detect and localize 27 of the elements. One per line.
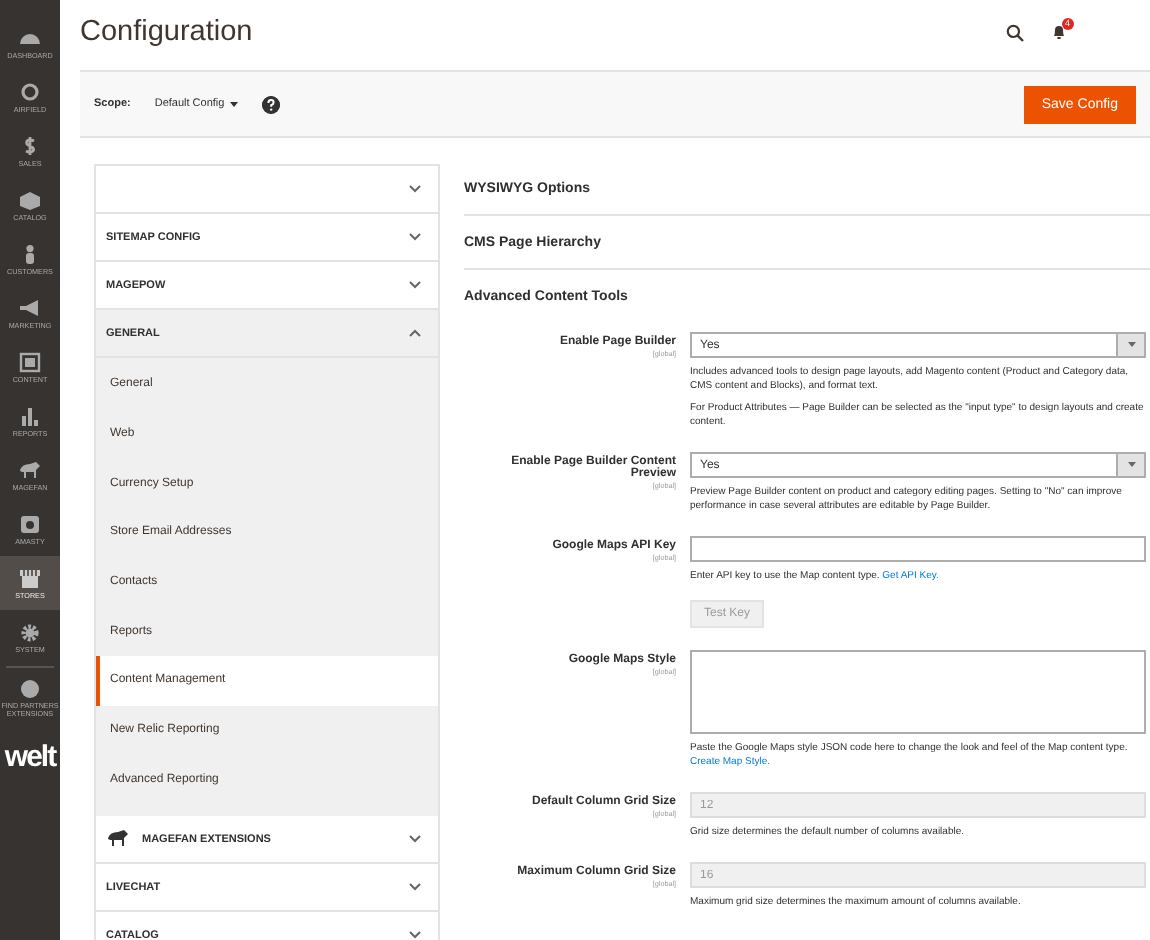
layout-icon xyxy=(18,351,42,373)
bar-chart-icon xyxy=(18,405,42,427)
expand-chevron-icon xyxy=(408,930,422,940)
storefront-icon xyxy=(18,567,42,589)
search-icon[interactable] xyxy=(1006,23,1024,41)
page-title: Configuration xyxy=(80,16,255,48)
bell-icon[interactable] xyxy=(1052,24,1066,40)
megaphone-icon xyxy=(18,297,42,319)
expand-chevron-icon xyxy=(408,184,422,194)
animal-icon xyxy=(18,459,42,481)
ring-icon xyxy=(18,81,42,103)
logo: welt xyxy=(2,740,59,774)
caret-icon xyxy=(1127,342,1135,348)
globe-icon xyxy=(18,677,42,699)
expand-chevron-icon xyxy=(408,280,422,290)
animal-icon xyxy=(106,830,130,849)
square-letter-icon xyxy=(18,513,42,535)
text-field[interactable] xyxy=(690,536,1146,562)
expand-chevron-icon xyxy=(408,834,422,845)
box-icon xyxy=(18,189,42,211)
help-icon[interactable] xyxy=(262,95,281,113)
expand-chevron-icon xyxy=(408,232,422,242)
caret-icon xyxy=(230,101,239,107)
expand-chevron-icon xyxy=(408,882,422,893)
gear-icon xyxy=(18,621,42,643)
caret-icon xyxy=(1127,462,1135,468)
collapse-chevron-icon xyxy=(408,328,422,338)
